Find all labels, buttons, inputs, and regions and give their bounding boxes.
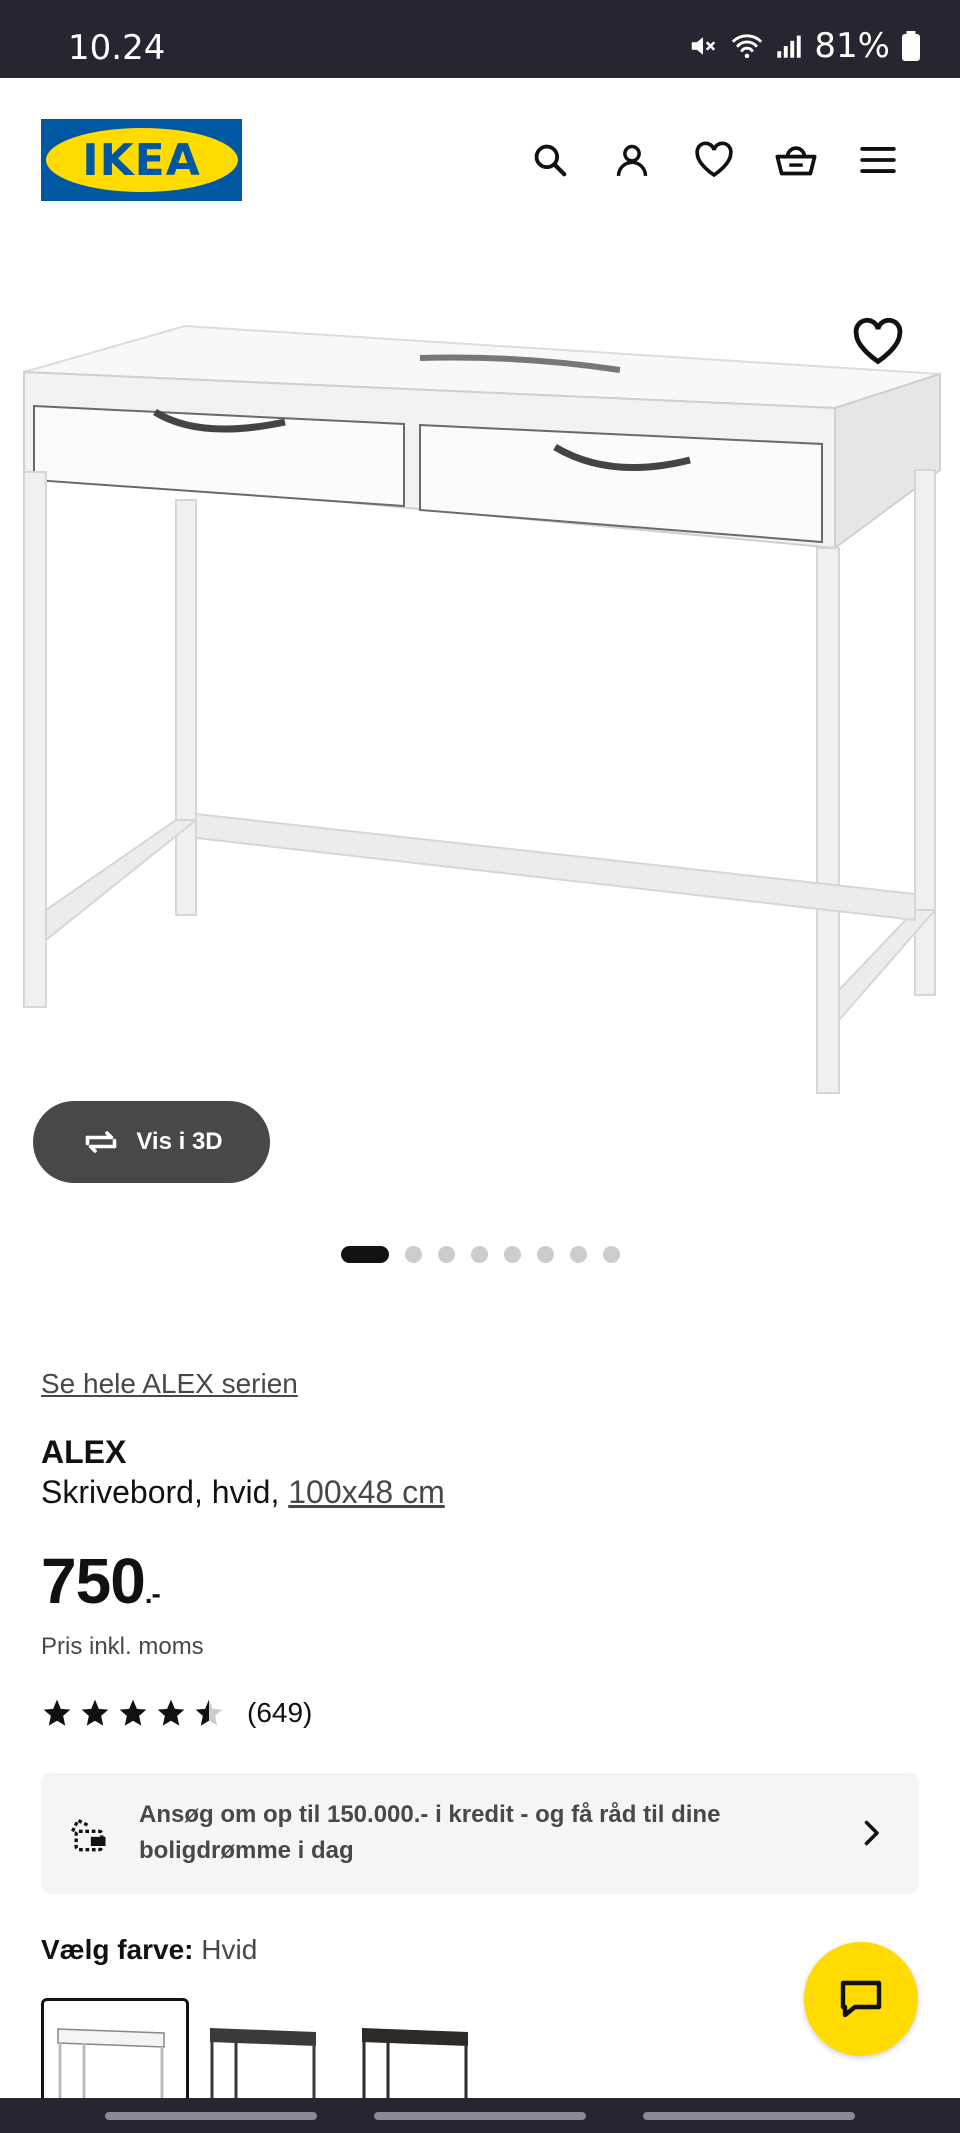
gallery-dot[interactable] xyxy=(437,1246,455,1263)
basket-icon[interactable] xyxy=(768,132,824,188)
gallery-dot[interactable] xyxy=(536,1246,554,1263)
system-nav-bar xyxy=(0,2098,960,2133)
view-3d-button[interactable]: Vis i 3D xyxy=(33,1101,270,1183)
price-note: Pris inkl. moms xyxy=(41,1633,204,1660)
color-label: Vælg farve: xyxy=(41,1934,194,1965)
gallery-dot[interactable] xyxy=(340,1246,389,1263)
account-icon[interactable] xyxy=(604,132,660,188)
gallery-dot[interactable] xyxy=(602,1246,620,1263)
status-time: 10.24 xyxy=(68,28,166,68)
nav-pill[interactable] xyxy=(105,2112,317,2120)
half-star-icon xyxy=(195,1699,223,1726)
swatch-white[interactable] xyxy=(41,1998,189,2104)
signal-icon xyxy=(777,35,802,58)
credit-card-icon xyxy=(71,1818,106,1852)
status-bar: 10.24 81% xyxy=(0,0,960,78)
ikea-logo[interactable]: IKEA xyxy=(41,119,242,201)
chat-icon xyxy=(840,1980,882,2018)
product-price: 750.- xyxy=(41,1544,161,1618)
nav-pill[interactable] xyxy=(374,2112,586,2120)
wishlist-icon[interactable] xyxy=(686,132,742,188)
gallery-dot[interactable] xyxy=(569,1246,587,1263)
price-suffix: .- xyxy=(144,1578,161,1609)
star-icon xyxy=(43,1699,71,1726)
price-value: 750 xyxy=(41,1545,146,1617)
product-type: Skrivebord, hvid, xyxy=(41,1474,289,1510)
product-wishlist-icon[interactable] xyxy=(852,316,904,368)
star-icon xyxy=(119,1699,147,1726)
swatch-black[interactable] xyxy=(194,1998,336,2098)
search-icon[interactable] xyxy=(522,132,578,188)
color-select-label: Vælg farve: Hvid xyxy=(41,1934,257,1966)
gallery-dot[interactable] xyxy=(404,1246,422,1263)
logo-oval: IKEA xyxy=(45,128,238,192)
mute-icon xyxy=(692,37,716,55)
product-image[interactable] xyxy=(0,300,960,1180)
chevron-right-icon xyxy=(864,1820,879,1846)
battery-percent: 81% xyxy=(814,26,890,66)
dimensions-link[interactable]: 100x48 cm xyxy=(288,1474,445,1510)
product-name: ALEX xyxy=(41,1434,127,1470)
swatch-blackbrown[interactable] xyxy=(346,1998,488,2098)
product-rating[interactable]: (649) xyxy=(41,1697,312,1729)
gallery-pagination xyxy=(0,1246,960,1263)
gallery-dot[interactable] xyxy=(503,1246,521,1263)
rotate-3d-icon xyxy=(86,1131,117,1153)
color-value: Hvid xyxy=(201,1934,258,1965)
battery-icon xyxy=(902,31,920,61)
series-link[interactable]: Se hele ALEX serien xyxy=(41,1368,298,1400)
star-icon xyxy=(157,1699,185,1726)
gallery-dot[interactable] xyxy=(470,1246,488,1263)
star-icon xyxy=(81,1699,109,1726)
nav-pill[interactable] xyxy=(643,2112,855,2120)
product-description: Skrivebord, hvid, 100x48 cm xyxy=(41,1474,445,1511)
chat-button[interactable] xyxy=(804,1942,918,2056)
credit-text: Ansøg om op til 150.000.- i kredit - og … xyxy=(139,1801,721,1864)
menu-icon[interactable] xyxy=(850,132,906,188)
logo-text: IKEA xyxy=(82,134,201,186)
wifi-icon xyxy=(732,34,763,59)
view-3d-label: Vis i 3D xyxy=(136,1128,223,1155)
rating-count: (649) xyxy=(247,1697,313,1728)
credit-banner[interactable]: Ansøg om op til 150.000.- i kredit - og … xyxy=(41,1773,919,1894)
status-icons: 81% xyxy=(688,26,920,66)
